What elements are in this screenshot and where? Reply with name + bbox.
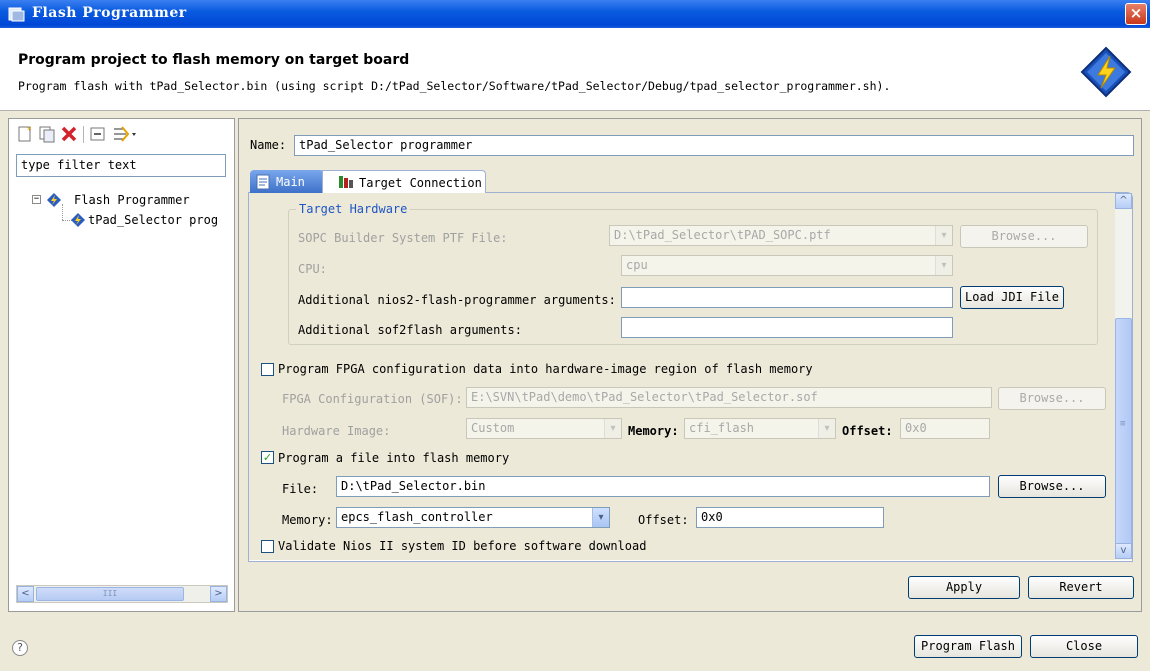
chevron-down-icon[interactable]: ▾: [935, 256, 952, 275]
flash-programmer-icon: [47, 193, 61, 207]
scroll-right-button[interactable]: >: [210, 586, 227, 602]
chevron-down-icon[interactable]: ▾: [935, 226, 952, 245]
tab-target-label: Target Connection: [359, 176, 482, 190]
fpga-memory-select[interactable]: cfi_flash ▾: [684, 418, 836, 439]
filter-input[interactable]: type filter text: [16, 154, 226, 177]
load-jdi-file-button[interactable]: Load JDI File: [960, 286, 1064, 309]
duplicate-icon[interactable]: [38, 125, 56, 143]
sof-browse-button[interactable]: Browse...: [998, 387, 1106, 410]
ptf-file-select[interactable]: D:\tPad_Selector\tPAD_SOPC.ptf ▾: [609, 225, 953, 246]
sof-input[interactable]: E:\SVN\tPad\demo\tPad_Selector\tPad_Sele…: [466, 387, 992, 408]
program-fpga-label: Program FPGA configuration data into har…: [278, 362, 813, 376]
name-input[interactable]: tPad_Selector programmer: [294, 135, 1134, 156]
cpu-select[interactable]: cpu ▾: [621, 255, 953, 276]
cpu-label: CPU:: [298, 262, 327, 276]
tree-horizontal-scrollbar[interactable]: < III >: [16, 585, 228, 603]
header-description: Program flash with tPad_Selector.bin (us…: [18, 79, 891, 93]
fpga-memory-value: cfi_flash: [689, 421, 755, 435]
svg-text:*: *: [27, 126, 32, 136]
scroll-up-button[interactable]: ^: [1115, 193, 1132, 209]
scroll-grip-icon: ≡: [1120, 419, 1126, 429]
tree-child-item[interactable]: tPad_Selector prog: [62, 213, 232, 232]
close-button[interactable]: Close: [1030, 635, 1138, 658]
tree-root-label: Flash Programmer: [74, 193, 190, 207]
lightning-chip-icon: [1080, 46, 1132, 98]
apply-button[interactable]: Apply: [908, 576, 1020, 599]
flash-programmer-icon: [8, 7, 25, 22]
file-memory-select[interactable]: epcs_flash_controller ▾: [336, 507, 610, 528]
sof-label: FPGA Configuration (SOF):: [282, 392, 463, 406]
file-browse-button[interactable]: Browse...: [998, 475, 1106, 498]
new-config-icon[interactable]: *: [16, 125, 34, 143]
close-window-button[interactable]: ×: [1125, 3, 1147, 25]
help-icon[interactable]: ?: [12, 640, 28, 656]
validate-system-id-label: Validate Nios II system ID before softwa…: [278, 539, 647, 553]
program-file-label: Program a file into flash memory: [278, 451, 510, 465]
name-label: Name:: [250, 138, 287, 152]
flash-programmer-icon: [71, 213, 85, 227]
fpga-offset-input[interactable]: 0x0: [900, 418, 990, 439]
filter-icon[interactable]: [112, 125, 138, 143]
delete-icon[interactable]: [60, 125, 78, 143]
hardware-image-label: Hardware Image:: [282, 424, 391, 438]
hardware-image-value: Custom: [471, 421, 515, 435]
program-file-checkbox[interactable]: ✓: [261, 451, 274, 464]
ptf-browse-button[interactable]: Browse...: [960, 225, 1088, 248]
title-bar[interactable]: Flash Programmer ×: [0, 0, 1150, 28]
sof2flash-args-label: Additional sof2flash arguments:: [298, 323, 522, 337]
scroll-left-button[interactable]: <: [17, 586, 34, 602]
scroll-down-button[interactable]: v: [1115, 543, 1132, 559]
scroll-thumb[interactable]: III: [36, 587, 184, 601]
chevron-down-icon[interactable]: ▾: [604, 419, 621, 438]
fpga-offset-label: Offset:: [842, 424, 893, 438]
flash-programmer-args-label: Additional nios2-flash-programmer argume…: [298, 293, 616, 307]
revert-button[interactable]: Revert: [1028, 576, 1134, 599]
file-offset-label: Offset:: [638, 513, 689, 527]
scroll-thumb[interactable]: ≡: [1115, 318, 1132, 548]
program-flash-button[interactable]: Program Flash: [914, 635, 1022, 658]
file-memory-value: epcs_flash_controller: [341, 510, 493, 524]
tree-child-label: tPad_Selector prog: [88, 213, 219, 227]
cpu-value: cpu: [626, 258, 648, 272]
chevron-down-icon[interactable]: ▾: [592, 508, 609, 527]
header-title: Program project to flash memory on targe…: [18, 52, 410, 68]
tab-main[interactable]: Main: [250, 170, 324, 194]
file-offset-input[interactable]: 0x0: [696, 507, 884, 528]
main-tab-icon: [256, 174, 270, 190]
toolbar-separator: [83, 126, 84, 143]
tree-expander[interactable]: −: [32, 195, 41, 204]
validate-system-id-checkbox[interactable]: [261, 540, 274, 553]
ptf-file-label: SOPC Builder System PTF File:: [298, 231, 508, 245]
file-label: File:: [282, 482, 319, 496]
hardware-image-select[interactable]: Custom ▾: [466, 418, 622, 439]
file-input[interactable]: D:\tPad_Selector.bin: [336, 476, 990, 497]
collapse-all-icon[interactable]: [89, 125, 107, 143]
window-title: Flash Programmer: [32, 5, 187, 21]
target-hardware-title: Target Hardware: [296, 202, 411, 216]
fpga-memory-label: Memory:: [628, 424, 679, 438]
program-fpga-checkbox[interactable]: [261, 363, 274, 376]
ptf-file-value: D:\tPad_Selector\tPAD_SOPC.ptf: [614, 228, 831, 242]
sof2flash-args-input[interactable]: [621, 317, 953, 338]
wizard-header: Program project to flash memory on targe…: [0, 28, 1150, 111]
chevron-down-icon[interactable]: ▾: [818, 419, 835, 438]
target-connection-icon: [339, 176, 353, 188]
tab-target-connection[interactable]: Target Connection: [322, 170, 486, 194]
tab-main-label: Main: [276, 175, 305, 189]
flash-programmer-args-input[interactable]: [621, 287, 953, 308]
file-memory-label: Memory:: [282, 513, 333, 527]
